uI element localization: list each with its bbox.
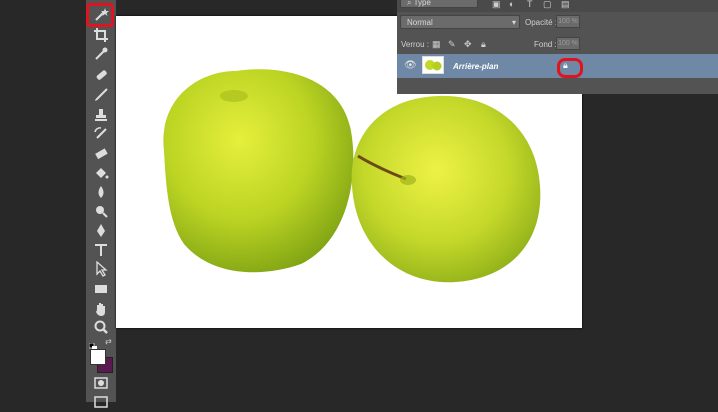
layer-name: Arrière-plan xyxy=(453,62,499,71)
fill-input[interactable]: 100 % xyxy=(556,37,580,50)
quick-mask-icon[interactable] xyxy=(89,374,113,392)
magic-wand-icon[interactable] xyxy=(89,6,113,24)
paint-bucket-icon[interactable] xyxy=(89,164,113,182)
pen-icon[interactable] xyxy=(89,222,113,240)
brush-icon[interactable] xyxy=(89,86,113,104)
visibility-eye-icon[interactable]: 👁︎ xyxy=(404,61,417,71)
type-icon[interactable] xyxy=(89,241,113,259)
default-colors-icon[interactable] xyxy=(88,338,97,351)
screen-mode-icon[interactable] xyxy=(89,394,113,412)
blend-mode-dropdown[interactable]: Normal ▾ xyxy=(400,15,520,29)
type-filter-icon[interactable]: T xyxy=(527,0,533,9)
adjustment-filter-icon[interactable]: ◐ xyxy=(509,0,514,9)
blur-drop-icon[interactable] xyxy=(89,183,113,201)
tools-panel: ⇄ xyxy=(86,0,116,408)
shape-filter-icon[interactable]: ▢ xyxy=(543,0,552,9)
lock-all-icon[interactable]: 🔒︎ xyxy=(481,39,486,49)
swap-colors-icon[interactable]: ⇄ xyxy=(105,337,112,347)
lock-image-pixels-icon[interactable]: ✎ xyxy=(448,39,456,49)
foreground-color-swatch[interactable] xyxy=(90,349,106,365)
opacity-label: Opacité : xyxy=(525,18,558,27)
layer-lock-highlight xyxy=(557,58,583,78)
dodge-icon[interactable] xyxy=(89,202,113,220)
eyedropper-icon[interactable] xyxy=(89,45,113,63)
crop-icon[interactable] xyxy=(89,26,113,44)
layer-thumbnail xyxy=(422,56,444,74)
clone-stamp-icon[interactable] xyxy=(89,106,113,124)
fill-label: Fond : xyxy=(534,40,557,49)
zoom-icon[interactable] xyxy=(89,318,113,336)
spot-healing-icon[interactable] xyxy=(89,66,113,84)
path-selection-icon[interactable] xyxy=(89,260,113,278)
lock-position-icon[interactable]: ✥ xyxy=(464,39,472,49)
chevron-down-icon: ▾ xyxy=(511,18,516,27)
hand-icon[interactable] xyxy=(89,300,113,318)
pixel-filter-icon[interactable]: ▣ xyxy=(492,0,501,9)
lock-label: Verrou : xyxy=(401,40,430,49)
filter-kind-dropdown[interactable]: ⌕ Type xyxy=(400,0,478,8)
history-brush-icon[interactable] xyxy=(89,125,113,143)
eraser-icon[interactable] xyxy=(89,145,113,163)
rectangle-icon[interactable] xyxy=(89,280,113,298)
lock-transparency-icon[interactable]: ▦ xyxy=(432,39,441,49)
layers-panel: ⌕ Type ▣ ◐ T ▢ ▤ Normal ▾ Opacité : 100 … xyxy=(397,0,718,94)
opacity-input[interactable]: 100 % xyxy=(556,15,580,28)
smart-object-filter-icon[interactable]: ▤ xyxy=(561,0,570,9)
